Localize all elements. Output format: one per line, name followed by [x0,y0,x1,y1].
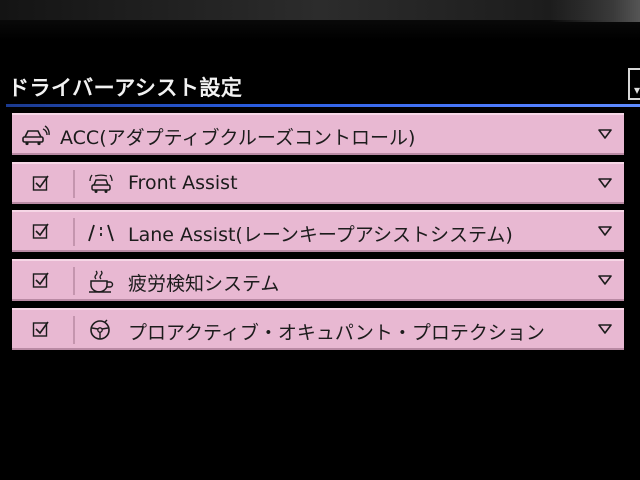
chevron-down-icon[interactable] [598,224,612,238]
setting-label-lane-assist: Lane Assist(レーンキープアシストシステム) [128,224,513,246]
row-separator [73,267,75,295]
row-separator [73,218,75,246]
setting-label-fatigue-detection: 疲労検知システム [128,273,280,295]
coffee-cup-icon [89,270,114,293]
header-divider [6,104,640,107]
steering-wheel-icon [90,319,110,340]
setting-row-front-assist[interactable]: Front Assist [12,162,624,204]
row-separator [73,170,75,198]
setting-row-fatigue-detection[interactable]: 疲労検知システム [12,259,624,301]
checkbox-checked-icon[interactable] [32,271,50,289]
chevron-down-icon[interactable] [598,127,612,141]
bezel-top [0,0,640,20]
checkbox-checked-icon[interactable] [32,174,50,192]
setting-row-proactive-occupant-protection[interactable]: プロアクティブ・オキュパント・プロテクション [12,308,624,350]
setting-label-acc: ACC(アダプティブクルーズコントロール) [60,127,416,149]
lane-assist-icon [88,224,114,242]
page-title: ドライバーアシスト設定 [8,76,243,100]
setting-label-front-assist: Front Assist [128,172,238,194]
chevron-down-icon[interactable] [598,322,612,336]
header-action-button[interactable]: ▾ [628,68,640,100]
checkbox-checked-icon[interactable] [32,320,50,338]
bezel-shine [550,0,640,22]
acc-car-icon [22,125,50,146]
chevron-down-icon[interactable] [598,176,612,190]
chevron-down-icon[interactable] [598,273,612,287]
chevron-down-icon: ▾ [634,83,640,97]
setting-row-acc[interactable]: ACC(アダプティブクルーズコントロール) [12,113,624,155]
setting-row-lane-assist[interactable]: Lane Assist(レーンキープアシストシステム) [12,210,624,252]
screen: ドライバーアシスト設定 ▾ ACC(アダプティブクルーズコントロール) Fron… [0,0,640,480]
setting-label-proactive-occupant-protection: プロアクティブ・オキュパント・プロテクション [128,322,545,344]
front-assist-icon [89,174,113,193]
row-separator [73,316,75,344]
checkbox-checked-icon[interactable] [32,222,50,240]
